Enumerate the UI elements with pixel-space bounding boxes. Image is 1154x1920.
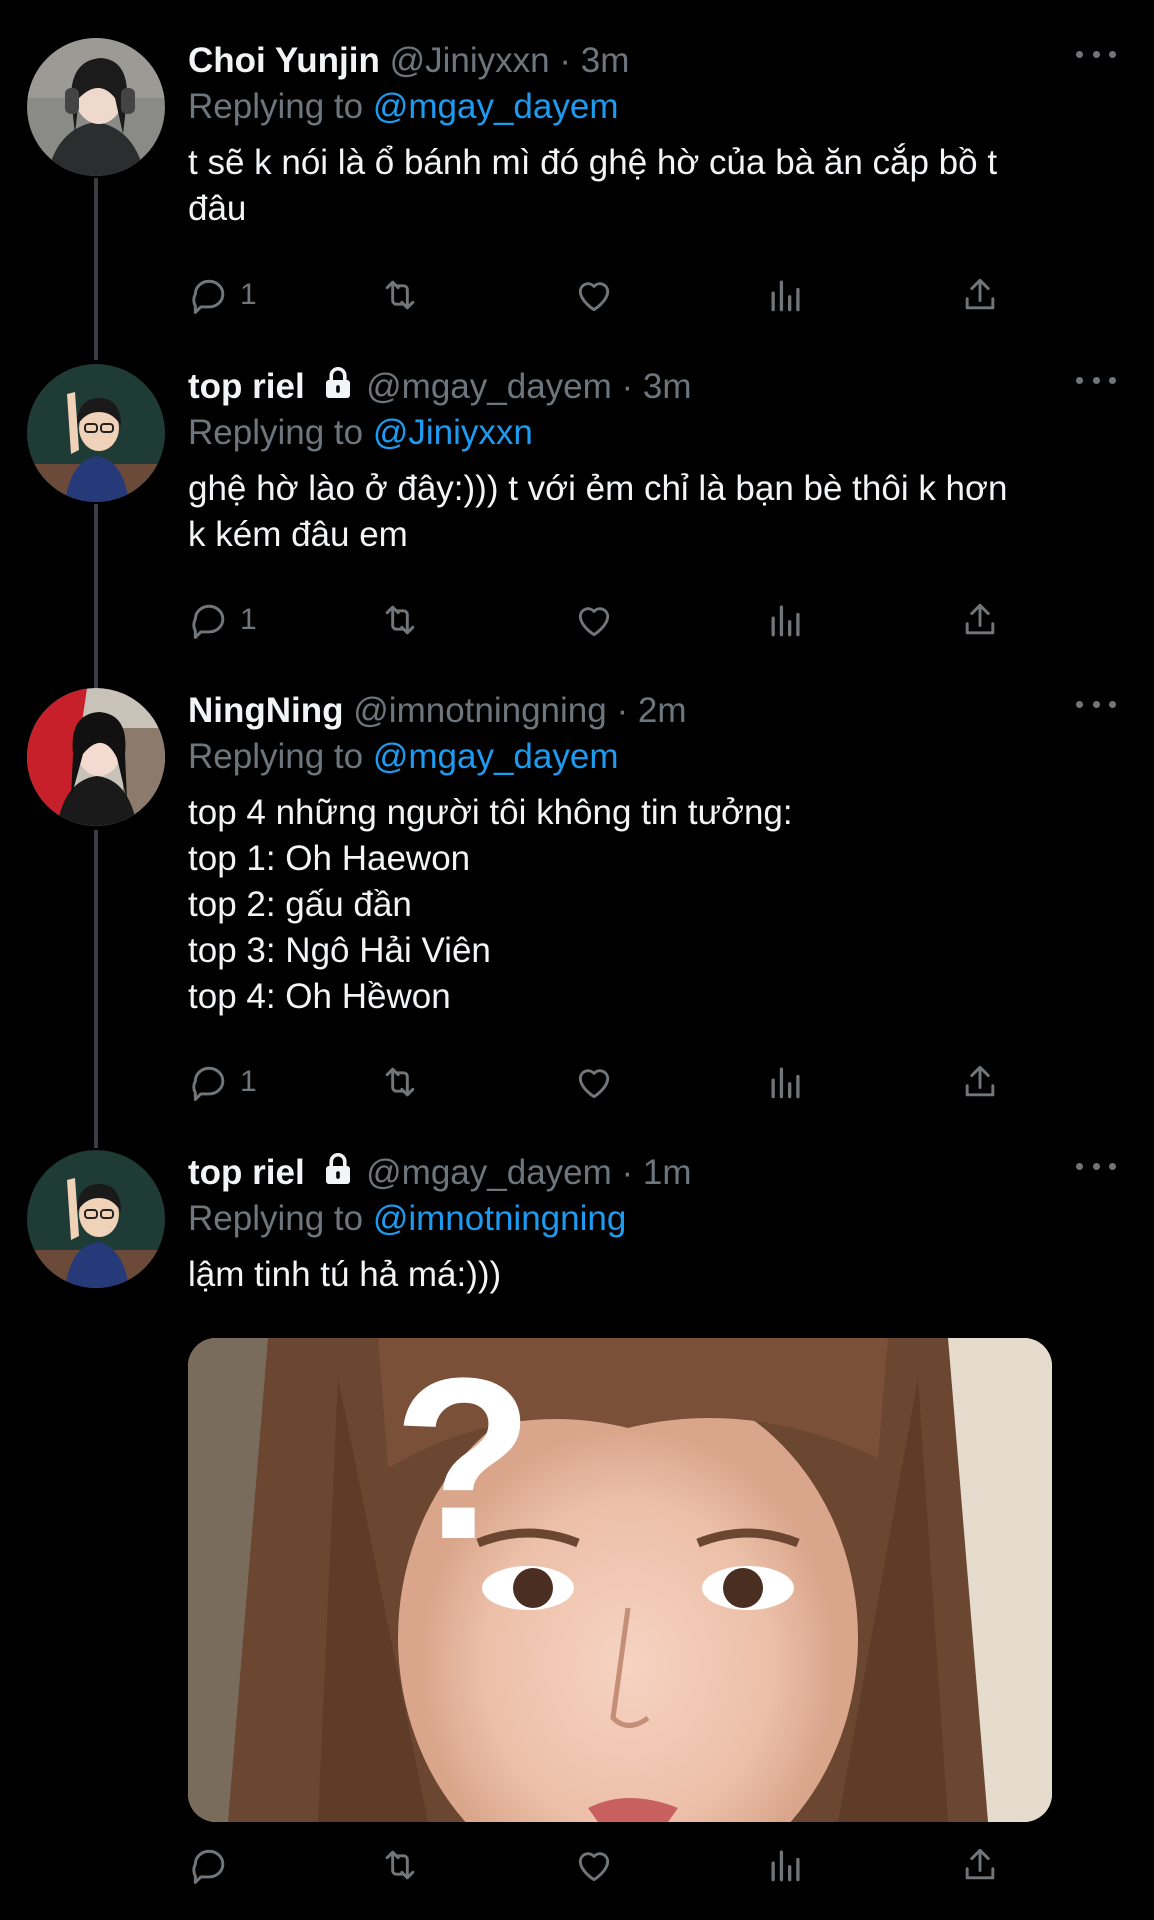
media-question-mark: ?	[393, 1338, 534, 1587]
analytics-icon	[771, 1850, 800, 1882]
heart-icon	[578, 1069, 610, 1099]
share-button[interactable]	[958, 1057, 1002, 1107]
avatar[interactable]	[27, 688, 165, 826]
tweet-text: t sẽ k nói là ổ bánh mì đó ghệ hờ của bà…	[188, 143, 998, 228]
replying-to-label: Replying to	[188, 737, 364, 776]
more-icon[interactable]	[1076, 1156, 1116, 1176]
share-button[interactable]	[958, 1840, 1002, 1890]
replying-to: Replying to @mgay_dayem	[188, 84, 1114, 130]
tweet-header: top riel @mgay_dayem · 1m	[188, 1150, 1114, 1196]
analytics-button[interactable]	[764, 1840, 808, 1890]
tweet-actions	[188, 1840, 1028, 1890]
tweet-text: top 4 những người tôi không tin tưởng: t…	[188, 793, 793, 1016]
heart-icon	[578, 607, 610, 637]
share-icon	[965, 278, 995, 310]
avatar[interactable]	[27, 364, 165, 502]
replying-to: Replying to @mgay_dayem	[188, 734, 1114, 780]
thread-connector	[94, 178, 98, 360]
more-icon[interactable]	[1076, 44, 1116, 64]
mention-link[interactable]: @Jiniyxxn	[373, 413, 533, 452]
timestamp[interactable]: 3m	[581, 41, 630, 80]
retweet-icon	[385, 1850, 415, 1880]
mention-link[interactable]: @imnotningning	[373, 1199, 626, 1238]
display-name[interactable]: top riel	[188, 1153, 305, 1192]
timestamp[interactable]: 2m	[638, 691, 687, 730]
retweet-icon	[385, 605, 415, 635]
separator: ·	[621, 367, 634, 406]
retweet-button[interactable]	[378, 595, 422, 645]
retweet-button[interactable]	[378, 270, 422, 320]
analytics-icon	[771, 280, 800, 312]
reply-button[interactable]: 1	[188, 270, 257, 320]
reply-button[interactable]: 1	[188, 595, 257, 645]
timestamp[interactable]: 3m	[643, 367, 692, 406]
thread-connector	[94, 504, 98, 688]
reply-icon	[192, 1849, 225, 1884]
tweet-media-image[interactable]: ?	[188, 1338, 1052, 1822]
analytics-button[interactable]	[764, 1057, 808, 1107]
analytics-button[interactable]	[764, 270, 808, 320]
user-handle[interactable]: @Jiniyxxn	[390, 41, 550, 80]
share-icon	[965, 603, 995, 635]
lock-icon	[326, 366, 351, 398]
retweet-button[interactable]	[378, 1057, 422, 1107]
share-icon	[965, 1065, 995, 1097]
analytics-icon	[771, 605, 800, 637]
lock-icon	[326, 1152, 351, 1184]
tweet-actions: 1	[188, 270, 1028, 320]
display-name[interactable]: Choi Yunjin	[188, 41, 380, 80]
more-icon[interactable]	[1076, 370, 1116, 390]
tweet-actions: 1	[188, 595, 1028, 645]
analytics-icon	[771, 1067, 800, 1099]
replying-to-label: Replying to	[188, 87, 364, 126]
retweet-icon	[385, 280, 415, 310]
tweet-header: top riel @mgay_dayem · 3m	[188, 364, 1114, 410]
separator: ·	[621, 1153, 634, 1192]
reply-icon	[192, 604, 225, 639]
share-button[interactable]	[958, 270, 1002, 320]
replying-to-label: Replying to	[188, 1199, 364, 1238]
reply-icon	[192, 279, 225, 314]
avatar[interactable]	[27, 38, 165, 176]
mention-link[interactable]: @mgay_dayem	[373, 737, 619, 776]
user-handle[interactable]: @imnotningning	[353, 691, 606, 730]
share-icon	[965, 1848, 995, 1880]
display-name[interactable]: NingNing	[188, 691, 344, 730]
reply-icon	[192, 1066, 225, 1101]
mention-link[interactable]: @mgay_dayem	[373, 87, 619, 126]
retweet-icon	[385, 1067, 415, 1097]
share-button[interactable]	[958, 595, 1002, 645]
like-button[interactable]	[572, 1840, 616, 1890]
separator: ·	[559, 41, 571, 80]
replying-to-label: Replying to	[188, 413, 364, 452]
reply-button[interactable]: 1	[188, 1057, 257, 1107]
analytics-button[interactable]	[764, 595, 808, 645]
timestamp[interactable]: 1m	[643, 1153, 692, 1192]
heart-icon	[578, 1852, 610, 1882]
retweet-button[interactable]	[378, 1840, 422, 1890]
separator: ·	[616, 691, 629, 730]
heart-icon	[578, 282, 610, 312]
reply-count: 1	[240, 278, 257, 311]
like-button[interactable]	[572, 595, 616, 645]
tweet-text: lậm tinh tú hả má:)))	[188, 1255, 502, 1294]
replying-to: Replying to @imnotningning	[188, 1196, 1114, 1242]
reply-button[interactable]	[188, 1840, 232, 1890]
like-button[interactable]	[572, 1057, 616, 1107]
reply-count: 1	[240, 1065, 257, 1098]
tweet-actions: 1	[188, 1057, 1028, 1107]
tweet-header: Choi Yunjin @Jiniyxxn · 3m	[188, 38, 1114, 84]
tweet-header: NingNing @imnotningning · 2m	[188, 688, 1114, 734]
avatar[interactable]	[27, 1150, 165, 1288]
user-handle[interactable]: @mgay_dayem	[366, 1153, 612, 1192]
thread-connector	[94, 830, 98, 1148]
like-button[interactable]	[572, 270, 616, 320]
replying-to: Replying to @Jiniyxxn	[188, 410, 1114, 456]
display-name[interactable]: top riel	[188, 367, 305, 406]
more-icon[interactable]	[1076, 694, 1116, 714]
user-handle[interactable]: @mgay_dayem	[366, 367, 612, 406]
reply-count: 1	[240, 603, 257, 636]
tweet-text: ghệ hờ lào ở đây:))) t với ẻm chỉ là bạn…	[188, 469, 1008, 554]
